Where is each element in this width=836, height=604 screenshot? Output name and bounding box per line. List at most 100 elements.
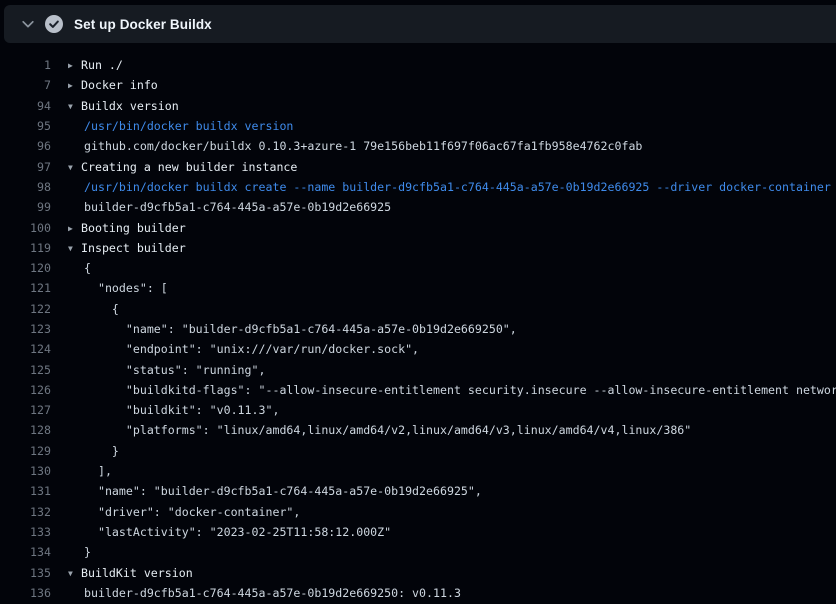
line-number[interactable]: 136 bbox=[0, 586, 51, 600]
line-number[interactable]: 133 bbox=[0, 525, 51, 539]
log-row: 129 } bbox=[0, 441, 836, 461]
log-row[interactable]: 135 ▼BuildKit version bbox=[0, 562, 836, 582]
line-number[interactable]: 124 bbox=[0, 342, 51, 356]
line-number[interactable]: 96 bbox=[0, 139, 51, 153]
output-text: { bbox=[68, 302, 119, 316]
log-row: 125 "status": "running", bbox=[0, 359, 836, 379]
line-number[interactable]: 94 bbox=[0, 99, 51, 113]
output-text: builder-d9cfb5a1-c764-445a-a57e-0b19d2e6… bbox=[68, 586, 461, 600]
group-row-content: ▼Inspect builder bbox=[68, 241, 186, 255]
line-number[interactable]: 127 bbox=[0, 403, 51, 417]
output-text: "buildkit": "v0.11.3", bbox=[68, 403, 279, 417]
log-row: 128 "platforms": "linux/amd64,linux/amd6… bbox=[0, 420, 836, 440]
group-row-content: ▼Buildx version bbox=[68, 99, 179, 113]
group-title: Buildx version bbox=[81, 99, 179, 113]
expand-triangle-icon[interactable]: ▶ bbox=[68, 81, 81, 90]
output-text: } bbox=[68, 545, 91, 559]
output-text: github.com/docker/buildx 0.10.3+azure-1 … bbox=[68, 139, 642, 153]
group-title: Creating a new builder instance bbox=[81, 160, 297, 174]
group-title: Booting builder bbox=[81, 221, 186, 235]
output-text: "nodes": [ bbox=[68, 281, 168, 295]
line-number[interactable]: 128 bbox=[0, 423, 51, 437]
log-row[interactable]: 119 ▼Inspect builder bbox=[0, 238, 836, 258]
check-circle-icon bbox=[45, 15, 63, 33]
line-number[interactable]: 99 bbox=[0, 200, 51, 214]
output-text: "name": "builder-d9cfb5a1-c764-445a-a57e… bbox=[68, 322, 517, 336]
log-row: 136 builder-d9cfb5a1-c764-445a-a57e-0b19d… bbox=[0, 583, 836, 603]
log-row[interactable]: 1 ▶Run ./ bbox=[0, 55, 836, 75]
log-row: 124 "endpoint": "unix:///var/run/docker.… bbox=[0, 339, 836, 359]
step-header[interactable]: Set up Docker Buildx bbox=[4, 5, 836, 43]
log-row: 96 github.com/docker/buildx 0.10.3+azure-… bbox=[0, 136, 836, 156]
output-text: "status": "running", bbox=[68, 363, 265, 377]
group-row-content: ▼Creating a new builder instance bbox=[68, 160, 297, 174]
log-row: 95/usr/bin/docker buildx version bbox=[0, 116, 836, 136]
log-row: 122 { bbox=[0, 299, 836, 319]
line-number[interactable]: 135 bbox=[0, 566, 51, 580]
line-number[interactable]: 126 bbox=[0, 383, 51, 397]
group-row-content: ▶Run ./ bbox=[68, 58, 123, 72]
line-number[interactable]: 129 bbox=[0, 444, 51, 458]
output-text: "endpoint": "unix:///var/run/docker.sock… bbox=[68, 342, 419, 356]
log-row: 133 "lastActivity": "2023-02-25T11:58:12… bbox=[0, 522, 836, 542]
collapse-triangle-icon[interactable]: ▼ bbox=[68, 102, 81, 111]
log-row: 127 "buildkit": "v0.11.3", bbox=[0, 400, 836, 420]
group-title: Docker info bbox=[81, 78, 158, 92]
group-title: BuildKit version bbox=[81, 566, 193, 580]
log-row[interactable]: 94 ▼Buildx version bbox=[0, 96, 836, 116]
log-lines: 1▶Run ./7▶Docker info94▼Buildx version95… bbox=[0, 43, 836, 603]
line-number[interactable]: 121 bbox=[0, 281, 51, 295]
output-text: "platforms": "linux/amd64,linux/amd64/v2… bbox=[68, 423, 691, 437]
output-text: "buildkitd-flags": "--allow-insecure-ent… bbox=[68, 383, 836, 397]
group-row-content: ▶Docker info bbox=[68, 78, 158, 92]
line-number[interactable]: 97 bbox=[0, 160, 51, 174]
log-row: 99 builder-d9cfb5a1-c764-445a-a57e-0b19d2… bbox=[0, 197, 836, 217]
output-text: "name": "builder-d9cfb5a1-c764-445a-a57e… bbox=[68, 484, 482, 498]
line-number[interactable]: 122 bbox=[0, 302, 51, 316]
log-row: 120 { bbox=[0, 258, 836, 278]
log-row[interactable]: 100 ▶Booting builder bbox=[0, 217, 836, 237]
line-number[interactable]: 132 bbox=[0, 505, 51, 519]
line-number[interactable]: 7 bbox=[0, 78, 51, 92]
log-row: 126 "buildkitd-flags": "--allow-insecure… bbox=[0, 380, 836, 400]
group-title: Inspect builder bbox=[81, 241, 186, 255]
line-number[interactable]: 123 bbox=[0, 322, 51, 336]
log-row: 132 "driver": "docker-container", bbox=[0, 502, 836, 522]
line-number[interactable]: 130 bbox=[0, 464, 51, 478]
line-number[interactable]: 119 bbox=[0, 241, 51, 255]
log-row: 131 "name": "builder-d9cfb5a1-c764-445a-… bbox=[0, 481, 836, 501]
line-number[interactable]: 95 bbox=[0, 119, 51, 133]
log-row: 121 "nodes": [ bbox=[0, 278, 836, 298]
collapse-triangle-icon[interactable]: ▼ bbox=[68, 163, 81, 172]
step-title: Set up Docker Buildx bbox=[74, 17, 212, 32]
group-row-content: ▶Booting builder bbox=[68, 221, 186, 235]
output-text: { bbox=[68, 261, 91, 275]
log-row: 130 ], bbox=[0, 461, 836, 481]
log-row: 98/usr/bin/docker buildx create --name b… bbox=[0, 177, 836, 197]
line-number[interactable]: 1 bbox=[0, 58, 51, 72]
expand-triangle-icon[interactable]: ▶ bbox=[68, 61, 81, 70]
log-row: 123 "name": "builder-d9cfb5a1-c764-445a-… bbox=[0, 319, 836, 339]
line-number[interactable]: 134 bbox=[0, 545, 51, 559]
command-text: /usr/bin/docker buildx create --name bui… bbox=[68, 180, 831, 194]
group-title: Run ./ bbox=[81, 58, 123, 72]
line-number[interactable]: 98 bbox=[0, 180, 51, 194]
output-text: "lastActivity": "2023-02-25T11:58:12.000… bbox=[68, 525, 391, 539]
chevron-down-icon[interactable] bbox=[21, 17, 35, 31]
line-number[interactable]: 125 bbox=[0, 363, 51, 377]
line-number[interactable]: 100 bbox=[0, 221, 51, 235]
line-number[interactable]: 131 bbox=[0, 484, 51, 498]
collapse-triangle-icon[interactable]: ▼ bbox=[68, 569, 81, 578]
command-text: /usr/bin/docker buildx version bbox=[68, 119, 293, 133]
output-text: } bbox=[68, 444, 119, 458]
log-row[interactable]: 7 ▶Docker info bbox=[0, 75, 836, 95]
output-text: "driver": "docker-container", bbox=[68, 505, 300, 519]
output-text: builder-d9cfb5a1-c764-445a-a57e-0b19d2e6… bbox=[68, 200, 391, 214]
expand-triangle-icon[interactable]: ▶ bbox=[68, 224, 81, 233]
output-text: ], bbox=[68, 464, 112, 478]
collapse-triangle-icon[interactable]: ▼ bbox=[68, 244, 81, 253]
group-row-content: ▼BuildKit version bbox=[68, 566, 193, 580]
log-row[interactable]: 97 ▼Creating a new builder instance bbox=[0, 156, 836, 176]
line-number[interactable]: 120 bbox=[0, 261, 51, 275]
log-row: 134} bbox=[0, 542, 836, 562]
